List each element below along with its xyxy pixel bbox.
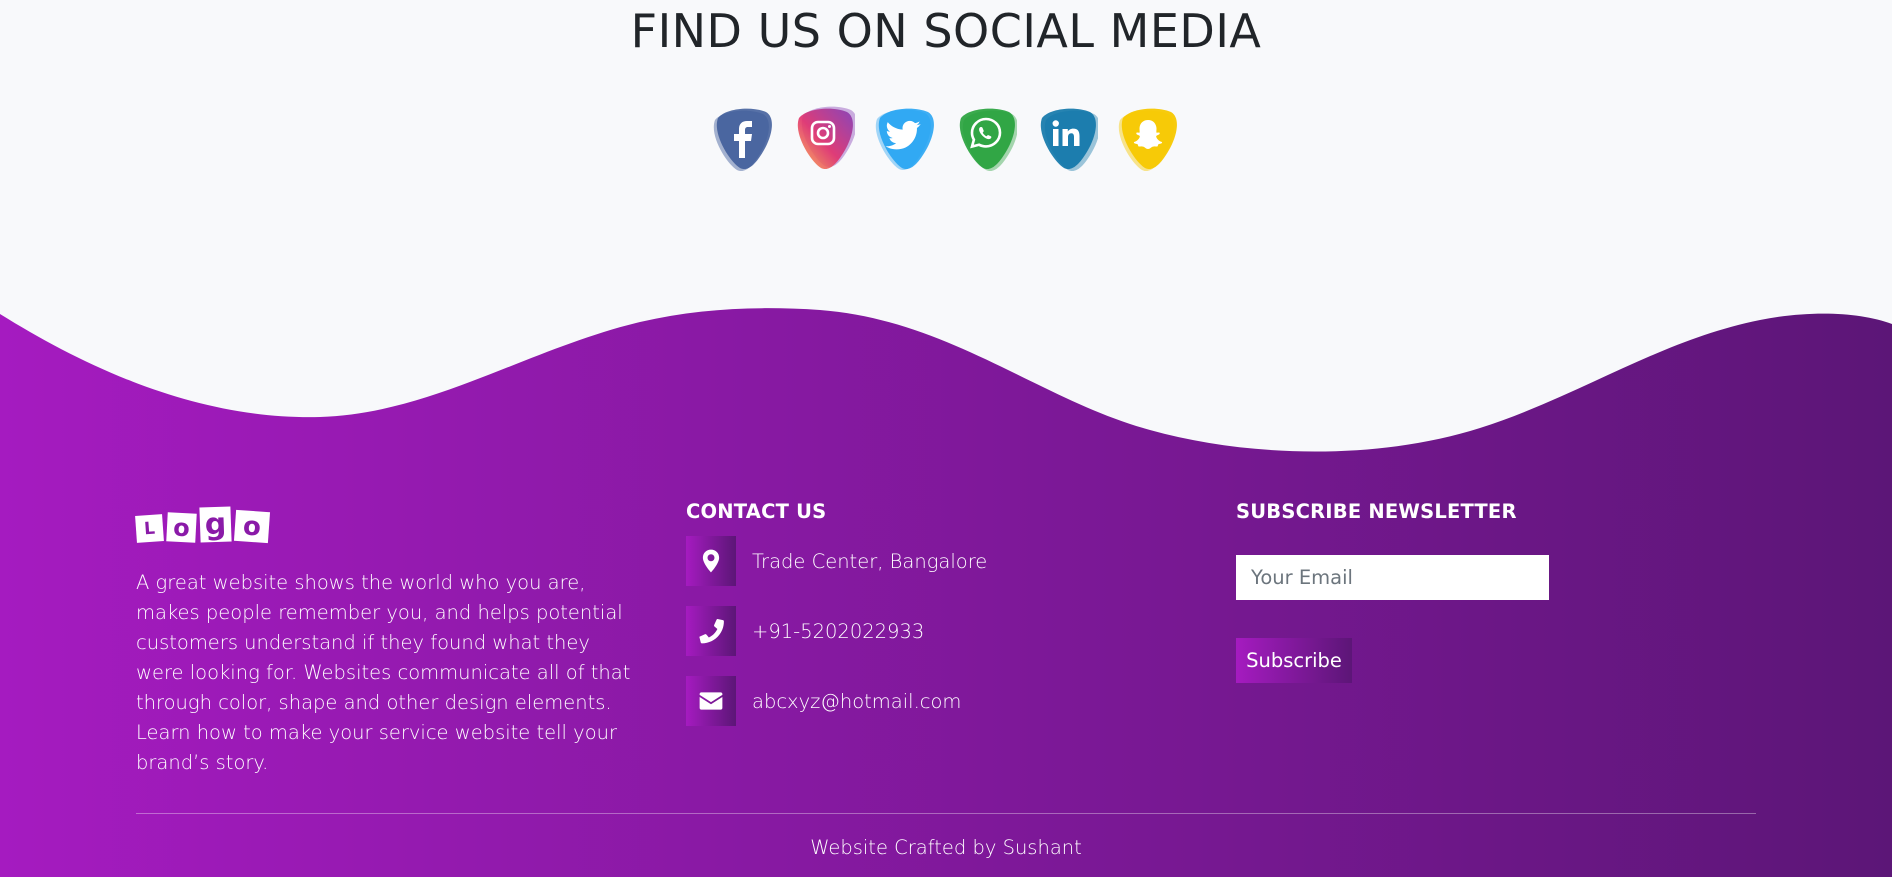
linkedin-icon <box>1040 108 1098 171</box>
social-title: FIND US ON SOCIAL MEDIA <box>630 4 1262 58</box>
envelope-icon <box>686 676 736 726</box>
snapchat-link[interactable] <box>1117 106 1179 172</box>
footer-about-column: L o g o A great website shows the world … <box>135 500 636 778</box>
footer-credit: Website Crafted by Sushant <box>810 836 1082 859</box>
contact-item-email[interactable]: abcxyz@hotmail.com <box>686 675 1186 727</box>
contact-list: Trade Center, Bangalore +91-5202022933 a… <box>686 535 1186 727</box>
contact-item-phone[interactable]: +91-5202022933 <box>686 605 1186 657</box>
contact-address-text: Trade Center, Bangalore <box>752 549 988 573</box>
facebook-link[interactable] <box>712 106 774 172</box>
social-icons-row <box>712 106 1179 172</box>
logo-letter: L <box>135 514 164 543</box>
linkedin-link[interactable] <box>1036 106 1098 172</box>
snapchat-icon <box>1118 108 1177 172</box>
contact-email-text: abcxyz@hotmail.com <box>752 689 962 713</box>
newsletter-heading: SUBSCRIBE NEWSLETTER <box>1236 500 1517 523</box>
facebook-icon <box>713 108 772 172</box>
newsletter-email-input[interactable] <box>1236 555 1549 600</box>
footer-divider <box>136 813 1756 814</box>
logo[interactable]: L o g o <box>135 500 636 544</box>
contact-heading: CONTACT US <box>686 500 827 523</box>
about-text: A great website shows the world who you … <box>136 571 631 774</box>
logo-letter: g <box>199 506 232 543</box>
phone-icon <box>686 606 736 656</box>
whatsapp-icon <box>959 108 1017 171</box>
footer-contact-column: CONTACT US Trade Center, Bangalore +91-5… <box>686 500 1186 745</box>
instagram-link[interactable] <box>793 106 855 172</box>
footer-newsletter-column: SUBSCRIBE NEWSLETTER Subscribe <box>1236 500 1736 683</box>
twitter-link[interactable] <box>874 106 936 172</box>
location-pin-icon <box>686 536 736 586</box>
subscribe-button[interactable]: Subscribe <box>1236 638 1352 683</box>
twitter-icon <box>875 108 934 171</box>
logo-letter: o <box>233 509 271 544</box>
contact-item-address[interactable]: Trade Center, Bangalore <box>686 535 1186 587</box>
contact-phone-text: +91-5202022933 <box>752 619 925 643</box>
instagram-icon <box>797 106 855 170</box>
logo-letter: o <box>166 512 197 543</box>
whatsapp-link[interactable] <box>955 106 1017 172</box>
